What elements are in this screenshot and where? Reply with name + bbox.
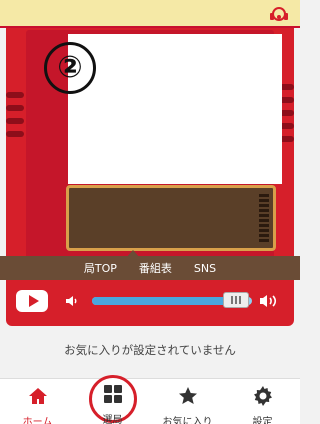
speaker-high-icon[interactable] (258, 291, 280, 311)
nav-favorites-label: お気に入り (162, 417, 213, 424)
youtube-play-button[interactable] (16, 290, 48, 312)
nav-select-station[interactable]: 選局 (75, 375, 150, 424)
gear-icon (253, 386, 272, 406)
bottom-nav: ホーム 選局 お気に入り 設定 (0, 375, 300, 424)
home-icon (28, 388, 47, 404)
top-bar (0, 0, 300, 28)
nav-home-label: ホーム (22, 417, 53, 424)
screen-frame: ② (26, 30, 282, 280)
radio-player: ② 局TOP 番組表 SNS (0, 28, 300, 326)
station-screen[interactable] (68, 34, 282, 184)
link-sns[interactable]: SNS (194, 262, 216, 275)
star-icon (178, 387, 197, 404)
link-station-top[interactable]: 局TOP (84, 260, 117, 276)
favorites-empty-message: お気に入りが設定されていません (64, 343, 236, 357)
nav-settings-label: 設定 (252, 417, 273, 424)
grid-icon (103, 385, 122, 403)
volume-thumb[interactable] (223, 292, 249, 308)
volume-fill (92, 297, 236, 305)
speaker-low-icon[interactable] (64, 293, 80, 309)
nav-home[interactable]: ホーム (0, 379, 75, 424)
headphones-account-icon[interactable] (268, 5, 290, 23)
number-badge: ② (44, 42, 96, 94)
nav-favorites[interactable]: お気に入り (150, 379, 225, 424)
level-meter-icon (259, 194, 269, 244)
link-program-guide[interactable]: 番組表 (139, 260, 172, 276)
station-links: 局TOP 番組表 SNS (0, 256, 300, 280)
play-icon (28, 295, 39, 307)
player-controls (6, 284, 294, 326)
info-panel (66, 185, 276, 251)
nav-settings[interactable]: 設定 (225, 379, 300, 424)
nav-select-label: 選局 (102, 415, 123, 424)
speaker-grille-left (6, 92, 24, 144)
